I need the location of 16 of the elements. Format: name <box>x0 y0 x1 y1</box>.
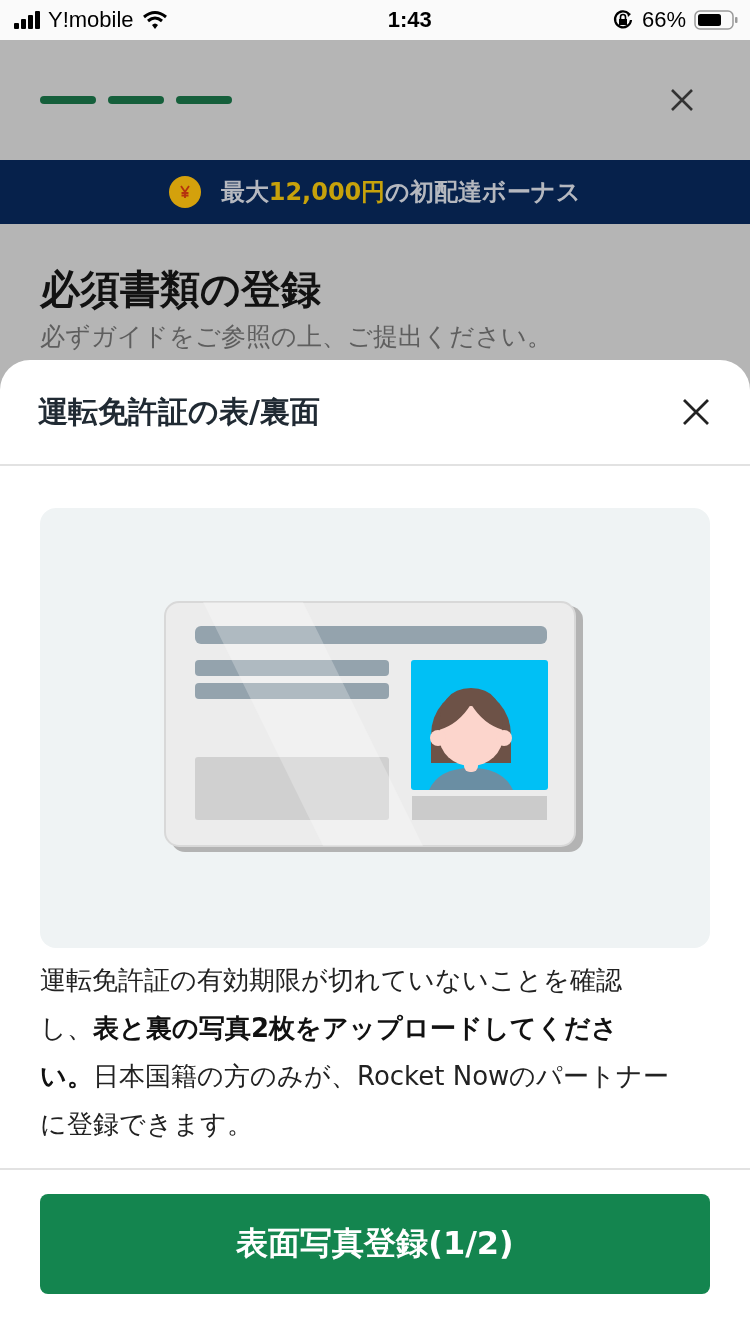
close-icon[interactable] <box>670 88 694 112</box>
clock-time: 1:43 <box>387 7 432 33</box>
signal-icon <box>14 11 40 29</box>
sheet-title: 運転免許証の表/裏面 <box>38 392 320 431</box>
register-front-photo-button[interactable]: 表面写真登録(1/2) <box>40 1194 710 1294</box>
promo-text: 最大12,000円の初配達ボーナス <box>220 177 582 208</box>
battery-percent: 66% <box>641 7 686 33</box>
page-subtitle: 必ずガイドをご参照の上、ご提出ください。 <box>40 323 553 351</box>
rotation-lock-icon <box>611 9 634 31</box>
wifi-icon <box>141 10 168 30</box>
instruction-text: 運転免許証の有効期限が切れていないことを確認し、表と裏の写真2枚をアップロードしてください。日本国籍の方のみが、Rocket Nowのパートナーに登録できます。 <box>40 964 670 1141</box>
yen-coin-icon <box>168 176 201 208</box>
carrier-name: Y!mobile <box>48 7 134 33</box>
page-title: 必須書類の登録 <box>40 265 322 314</box>
battery-icon <box>694 10 738 30</box>
close-icon[interactable] <box>682 398 710 426</box>
